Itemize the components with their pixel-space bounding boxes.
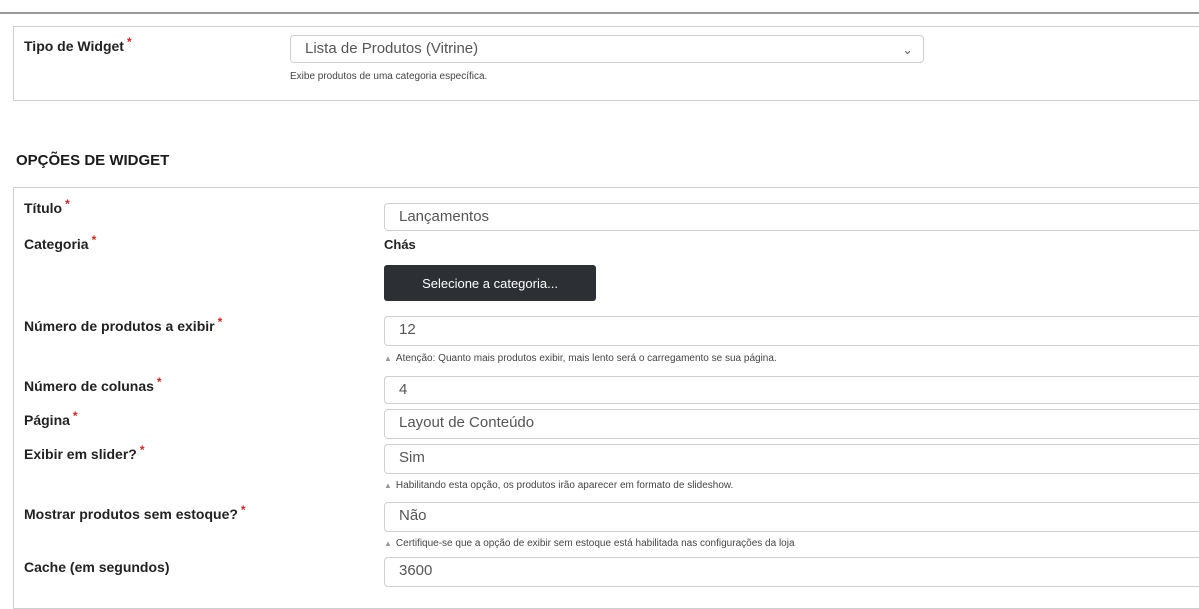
sem-estoque-select[interactable]: Não	[384, 502, 1199, 532]
triangle-up-icon: ▲	[384, 354, 392, 363]
pagina-label: Página *	[24, 409, 78, 428]
chevron-down-icon: ⌄	[902, 42, 913, 57]
widget-type-selected-value: Lista de Produtos (Vitrine)	[305, 40, 479, 57]
slider-select[interactable]: Sim	[384, 444, 1199, 474]
sem-estoque-label: Mostrar produtos sem estoque? *	[24, 503, 246, 522]
pagina-select[interactable]: Layout de Conteúdo	[384, 409, 1199, 439]
widget-type-hint: Exibe produtos de uma categoria específi…	[290, 71, 488, 82]
widget-type-select[interactable]: Lista de Produtos (Vitrine) ⌄	[290, 35, 924, 63]
num-produtos-input[interactable]: 12	[384, 316, 1199, 346]
categoria-label: Categoria *	[24, 233, 97, 252]
slider-hint: ▲ Habilitando esta opção, os produtos irã…	[384, 480, 734, 491]
triangle-up-icon: ▲	[384, 539, 392, 548]
num-colunas-input[interactable]: 4	[384, 376, 1199, 404]
sem-estoque-hint: ▲ Certifique-se que a opção de exibir sem…	[384, 538, 795, 549]
triangle-up-icon: ▲	[384, 481, 392, 490]
top-divider	[0, 12, 1199, 14]
titulo-label: Título *	[24, 197, 70, 216]
slider-label: Exibir em slider? *	[24, 443, 145, 462]
cache-label: Cache (em segundos)	[24, 559, 170, 575]
num-produtos-label: Número de produtos a exibir *	[24, 315, 223, 334]
categoria-value: Chás	[384, 237, 416, 252]
select-category-button[interactable]: Selecione a categoria...	[384, 265, 596, 301]
section-title: OPÇÕES DE WIDGET	[16, 152, 170, 169]
cache-input[interactable]: 3600	[384, 557, 1199, 587]
num-colunas-label: Número de colunas *	[24, 375, 162, 394]
titulo-input[interactable]: Lançamentos	[384, 203, 1199, 231]
widget-type-label: Tipo de Widget *	[24, 35, 132, 54]
num-produtos-hint: ▲ Atenção: Quanto mais produtos exibir, m…	[384, 353, 777, 364]
